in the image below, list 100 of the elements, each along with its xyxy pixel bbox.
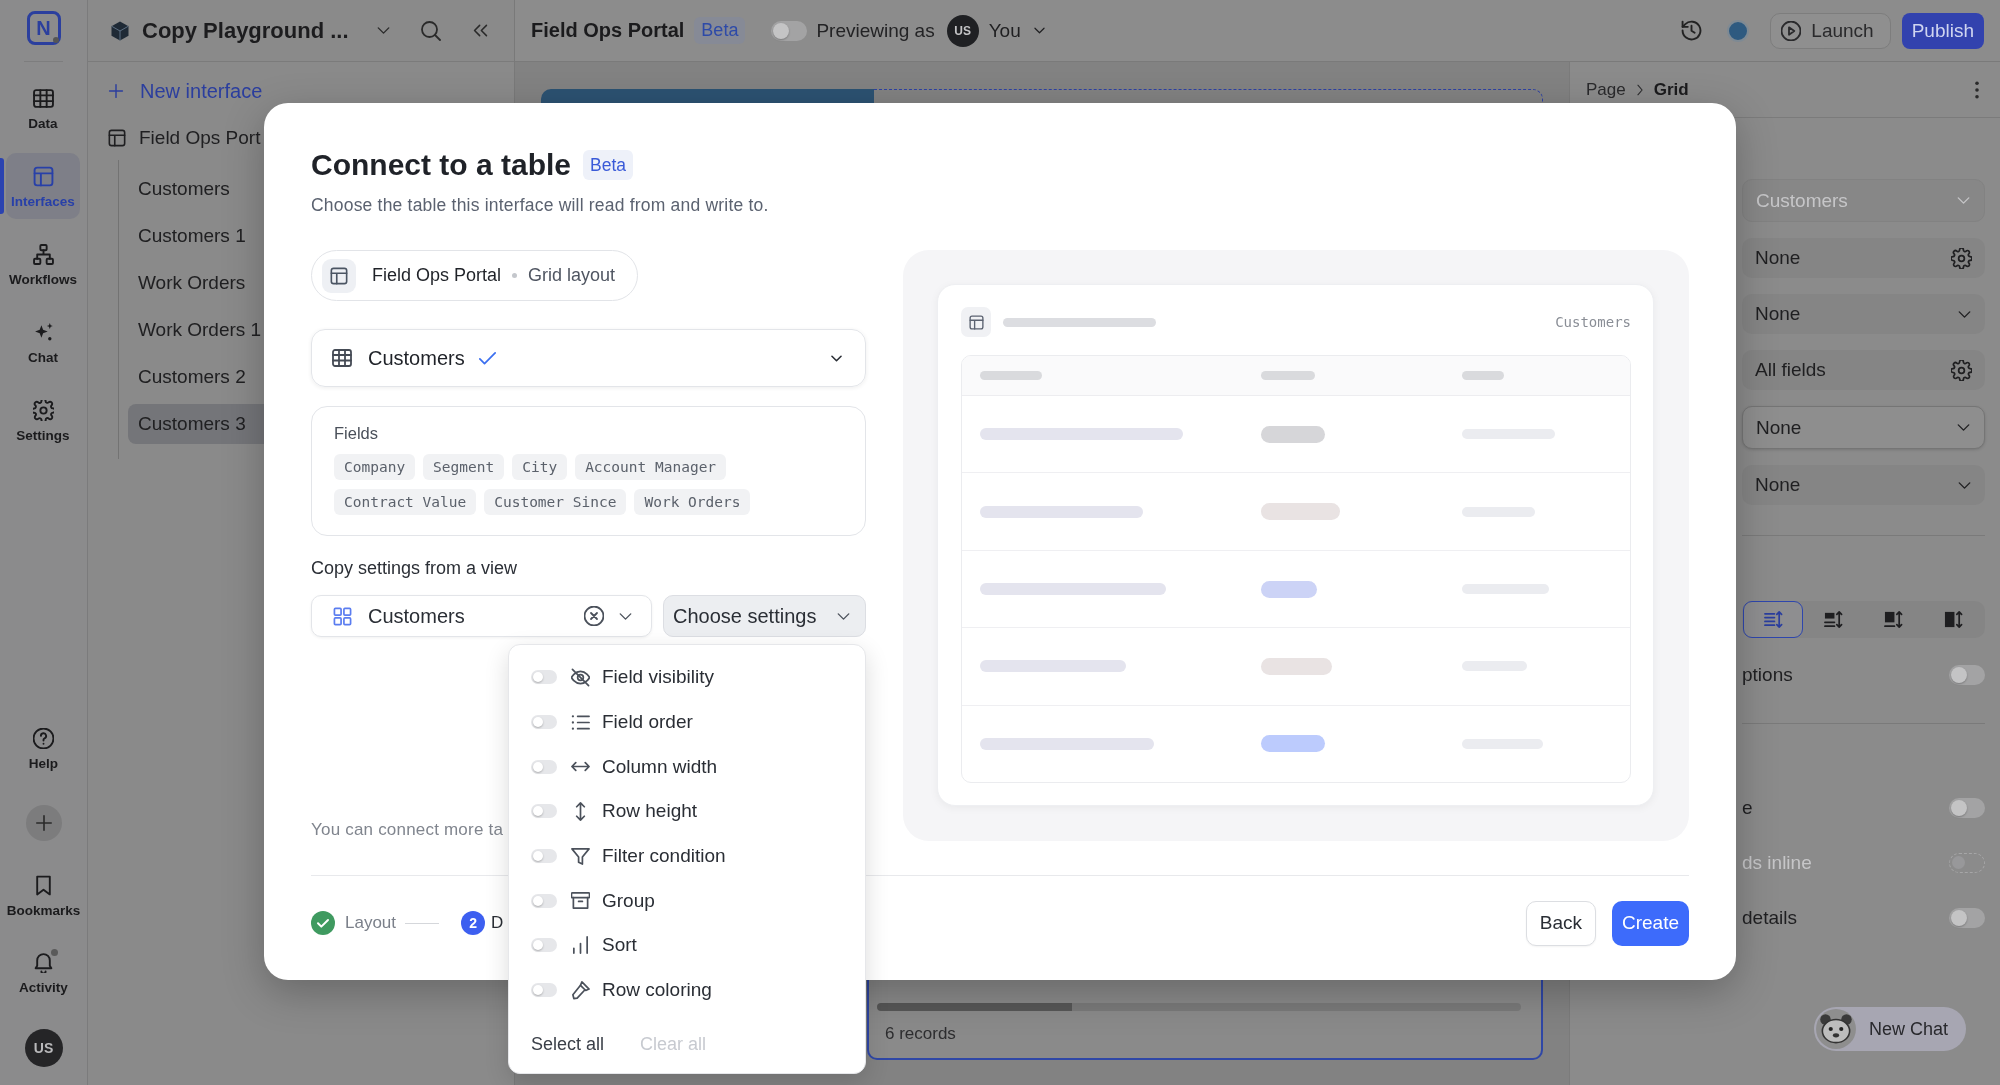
preview-label: Previewing as <box>816 19 935 42</box>
clear-icon[interactable] <box>584 606 604 626</box>
eye-off-icon <box>571 667 590 687</box>
field-tag: Segment <box>423 454 505 480</box>
row-height-icon <box>1763 610 1783 629</box>
field-tag: Contract Value <box>334 489 477 515</box>
field-tag: Company <box>334 454 416 480</box>
tree-item[interactable]: Customers 1 <box>128 216 264 256</box>
field-tag: Account Manager <box>575 454 727 480</box>
menu-option[interactable]: Field order <box>509 699 865 745</box>
dialog-title: Connect to a table <box>311 148 572 182</box>
placeholder-bar <box>1462 371 1504 380</box>
menu-option[interactable]: Column width <box>509 744 865 790</box>
rail-nav-item[interactable]: Bookmarks <box>6 864 81 926</box>
dialog-subtitle: Choose the table this interface will read from and write to. <box>311 194 769 217</box>
toggle-switch[interactable] <box>1949 665 1985 685</box>
choose-settings-button[interactable]: Choose settings <box>663 595 866 637</box>
history-icon[interactable] <box>1681 20 1703 41</box>
tree-item[interactable]: Customers 2 <box>128 357 264 397</box>
add-button[interactable] <box>25 805 62 841</box>
placeholder-bar <box>1261 371 1315 380</box>
bell-icon <box>33 952 54 973</box>
menu-option[interactable]: Sort <box>509 923 865 968</box>
menu-option[interactable]: Field visibility <box>509 655 865 700</box>
list-icon <box>571 712 590 732</box>
toggle-switch[interactable] <box>531 893 557 908</box>
menu-option[interactable]: Row height <box>509 789 865 834</box>
toggle-switch[interactable] <box>1949 908 1985 928</box>
layout-icon <box>322 258 356 293</box>
user-menu-button[interactable]: You <box>988 19 1046 42</box>
row-height-option[interactable] <box>1743 601 1804 638</box>
beta-badge: Beta <box>583 150 634 180</box>
fields-label: Fields <box>334 423 378 443</box>
settings-icon <box>1951 359 1972 381</box>
back-button[interactable]: Back <box>1525 900 1596 946</box>
rail-nav-item[interactable]: Activity <box>6 941 81 1003</box>
tree-item[interactable]: Work Orders 1 <box>128 310 264 350</box>
animal-face-icon <box>1814 1008 1857 1050</box>
tree-item[interactable]: Customers 3 <box>128 404 264 444</box>
tree-item[interactable]: Work Orders <box>128 263 264 303</box>
rail-nav-item[interactable]: Workflows <box>6 231 80 297</box>
settings-icon <box>1951 247 1972 269</box>
publish-button[interactable]: Publish <box>1901 12 1984 49</box>
step-number: 2 <box>461 911 486 935</box>
rail-nav-item[interactable]: Data <box>6 75 80 141</box>
dropdown-field[interactable]: None <box>1742 465 1985 505</box>
search-icon[interactable] <box>421 20 441 41</box>
rail-nav-item[interactable]: Settings <box>6 387 80 453</box>
collapse-icon[interactable] <box>472 22 489 39</box>
page-title: Field Ops Portal <box>531 19 685 42</box>
toggle-switch[interactable] <box>531 804 557 819</box>
menu-option[interactable]: Filter condition <box>509 833 865 879</box>
create-button[interactable]: Create <box>1611 900 1689 946</box>
plus-icon <box>108 83 124 99</box>
setting-label: ptions <box>1742 664 1793 686</box>
rail-nav-item[interactable]: Help <box>6 717 81 779</box>
setting-label: e <box>1742 797 1753 819</box>
plus-icon <box>34 814 53 832</box>
launch-button[interactable]: Launch <box>1770 12 1891 49</box>
menu-option[interactable]: Row coloring <box>509 967 865 1013</box>
table-icon <box>332 348 352 368</box>
menu-option[interactable]: Group <box>509 878 865 924</box>
color-swatch-icon[interactable] <box>1727 19 1750 42</box>
user-avatar[interactable]: US <box>24 1029 63 1067</box>
separator-dot-icon <box>512 273 518 278</box>
breadcrumb-item[interactable]: Page <box>1586 79 1626 100</box>
settings-icon <box>32 400 54 421</box>
rail-nav-item[interactable]: Chat <box>6 309 80 375</box>
select-all-link[interactable]: Select all <box>531 1034 605 1056</box>
step-label: Layout <box>345 913 397 933</box>
preview-toggle[interactable] <box>771 20 808 41</box>
tree-item[interactable]: Customers <box>128 169 264 209</box>
toggle-switch[interactable] <box>531 938 557 953</box>
dropdown-field[interactable]: None <box>1742 406 1985 449</box>
workspace-name[interactable]: Copy Playground ... <box>142 17 349 44</box>
dropdown-field[interactable]: None <box>1742 294 1985 334</box>
tree-item[interactable]: Field Ops Port <box>108 120 264 156</box>
dropdown-field[interactable]: None <box>1742 238 1985 278</box>
new-interface-button[interactable]: New interface <box>108 76 263 106</box>
toggle-switch[interactable] <box>531 715 557 730</box>
flowchart-icon <box>32 244 54 265</box>
setting-label: ds inline <box>1742 852 1812 874</box>
record-count: 6 records <box>884 1024 956 1044</box>
bar-chart-icon <box>571 935 590 955</box>
dropdown-field[interactable]: All fields <box>1742 350 1985 390</box>
toggle-switch[interactable] <box>531 983 557 998</box>
play-icon <box>1781 20 1802 41</box>
toggle-switch[interactable] <box>531 849 557 864</box>
table-select[interactable]: Customers <box>311 329 866 387</box>
logo[interactable]: N <box>26 11 61 45</box>
view-select[interactable]: Customers <box>311 595 652 637</box>
scrollbar[interactable] <box>877 1003 1521 1011</box>
toggle-switch[interactable] <box>531 670 557 685</box>
toggle-switch[interactable] <box>1949 798 1985 818</box>
placeholder-bar <box>980 371 1042 380</box>
toggle-switch[interactable] <box>531 759 557 774</box>
filter-icon <box>571 846 590 866</box>
new-chat-button[interactable]: New Chat <box>1813 1007 1966 1051</box>
archive-box-icon <box>571 891 590 911</box>
beta-badge: Beta <box>694 17 746 44</box>
